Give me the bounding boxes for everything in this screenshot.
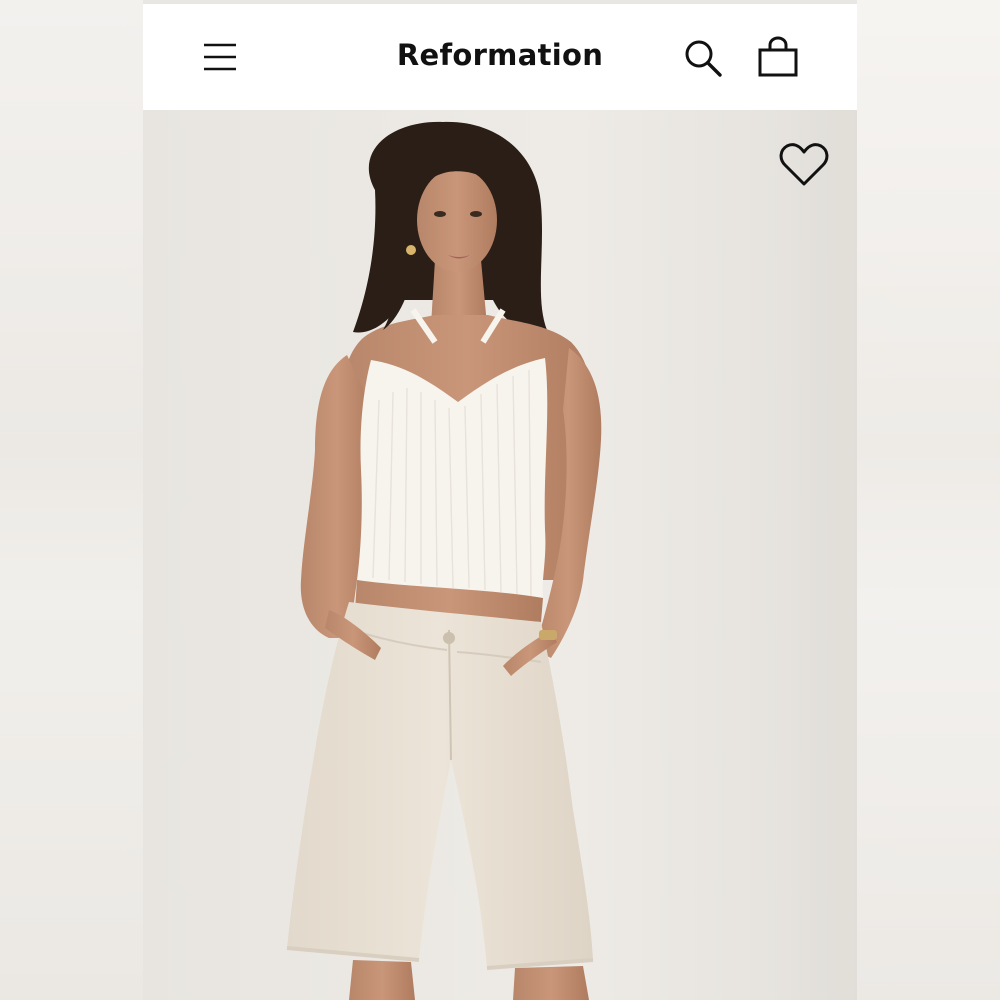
shopping-bag-icon[interactable] (757, 36, 799, 78)
heart-icon[interactable] (779, 142, 829, 188)
site-header: Reformation (143, 4, 857, 110)
product-image[interactable] (143, 110, 857, 1000)
search-icon[interactable] (683, 38, 723, 78)
model-photo-illustration (143, 110, 857, 1000)
brand-logo[interactable]: Reformation (143, 38, 857, 72)
right-blur-margin (857, 0, 1000, 1000)
mobile-screen: Reformation (143, 0, 857, 1000)
left-blur-margin (0, 0, 143, 1000)
